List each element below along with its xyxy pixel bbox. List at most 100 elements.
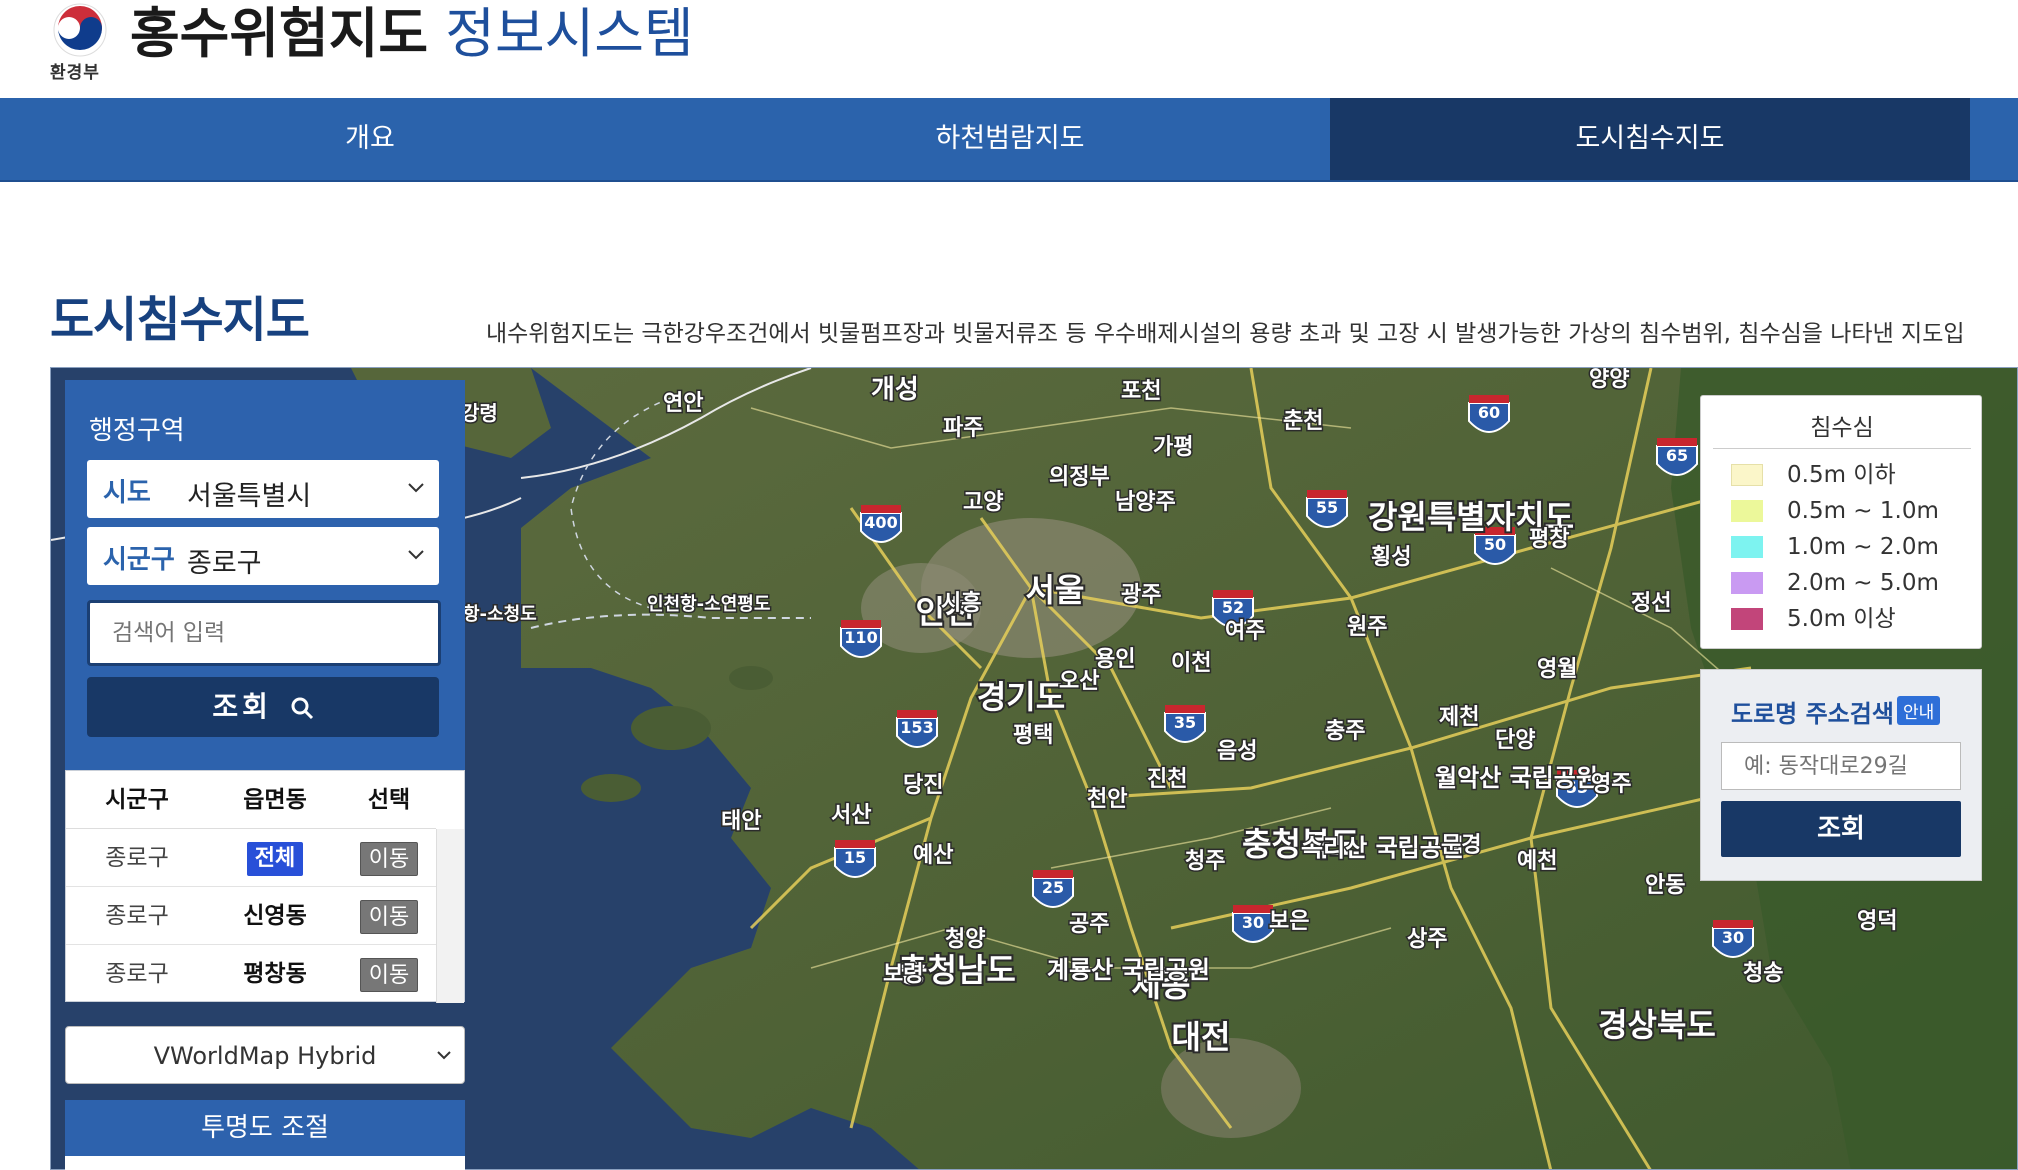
svg-text:오산: 오산 [1059, 669, 1099, 694]
svg-text:청주: 청주 [1185, 849, 1225, 874]
svg-text:태안: 태안 [721, 809, 761, 834]
government-emblem-icon[interactable] [52, 2, 108, 58]
legend-swatch [1731, 500, 1763, 522]
dong-cell: 전체 [208, 829, 342, 887]
region-search-input[interactable] [87, 600, 441, 666]
svg-text:65: 65 [1666, 446, 1688, 465]
basemap-select[interactable]: VWorldMap Hybrid [65, 1026, 465, 1084]
site-title[interactable]: 홍수위험지도 정보시스템 [130, 4, 694, 64]
sido-select[interactable]: 시도 서울특별시 [87, 460, 439, 518]
column-header: 시군구 [105, 787, 169, 813]
svg-text:남양주: 남양주 [1115, 490, 1176, 515]
sigungu-cell: 종로구 [105, 961, 169, 987]
region-control-panel: 행정구역 시도 서울특별시 시군구 종로구 조회 시군구 읍면동 선택 종로구 … [65, 380, 465, 1170]
svg-text:안동: 안동 [1645, 873, 1685, 898]
address-search-title: 도로명 주소검색 [1731, 700, 1894, 728]
dong-all-badge[interactable]: 전체 [246, 841, 304, 876]
select-cell: 이동 [342, 829, 436, 887]
search-icon [291, 697, 313, 720]
road-address-search-panel: 도로명 주소검색 안내 조회 [1700, 669, 1982, 881]
map-label-seoul: 서울 [1026, 571, 1085, 609]
svg-text:가평: 가평 [1153, 435, 1193, 460]
route-shield: 65 [1656, 438, 1698, 476]
svg-text:110: 110 [844, 628, 877, 647]
page-title: 도시침수지도 [50, 292, 310, 348]
svg-text:강령: 강령 [461, 401, 498, 425]
map-label-gyeonggi: 경기도 [977, 678, 1065, 716]
legend-label: 0.5m 이하 [1787, 462, 1896, 488]
svg-text:의정부: 의정부 [1049, 465, 1110, 490]
nav-tab-overview[interactable]: 개요 [0, 98, 740, 180]
svg-text:평택: 평택 [1013, 723, 1053, 748]
svg-text:시흥: 시흥 [941, 591, 981, 616]
dong-cell: 신영동 [243, 903, 307, 929]
svg-text:제천: 제천 [1439, 705, 1479, 730]
route-shield: 110 [840, 620, 882, 658]
chevron-down-icon [408, 550, 424, 560]
nav-tab-urban-flood-map[interactable]: 도시침수지도 [1330, 98, 1970, 180]
sigungu-label: 시군구 [103, 545, 175, 575]
legend-swatch [1731, 536, 1763, 558]
legend-swatch [1731, 572, 1763, 594]
svg-text:15: 15 [844, 848, 866, 867]
legend-label: 5.0m 이상 [1787, 606, 1896, 632]
svg-text:항-소청도: 항-소청도 [463, 604, 537, 625]
svg-text:상주: 상주 [1407, 927, 1447, 952]
route-shield: 30 [1712, 920, 1754, 958]
svg-text:속리산 국립공원: 속리산 국립공원 [1301, 834, 1464, 862]
select-cell: 이동 [342, 945, 436, 1003]
move-button[interactable]: 이동 [359, 841, 419, 876]
table-row: 종로구 평창동 이동 [66, 945, 436, 1003]
lookup-button-label: 조회 [212, 690, 272, 723]
svg-text:춘천: 춘천 [1283, 409, 1323, 434]
table-row: 종로구 전체 이동 [66, 829, 436, 887]
svg-text:55: 55 [1316, 498, 1338, 517]
route-shield: 400 [860, 505, 902, 543]
dong-cell: 평창동 [243, 961, 307, 987]
chevron-down-icon [408, 483, 424, 493]
svg-text:영월: 영월 [1537, 657, 1577, 682]
svg-text:문경: 문경 [1441, 833, 1481, 858]
chevron-down-icon [437, 1051, 451, 1060]
legend-swatch [1731, 608, 1763, 630]
svg-text:고양: 고양 [963, 490, 1003, 515]
svg-text:35: 35 [1174, 713, 1196, 732]
address-search-input[interactable] [1721, 742, 1961, 790]
opacity-slider-area[interactable] [65, 1156, 465, 1170]
svg-text:30: 30 [1722, 928, 1744, 947]
route-shield: 153 [896, 710, 938, 748]
ministry-logo-text: 환경부 [50, 63, 100, 83]
legend-label: 0.5m ~ 1.0m [1787, 498, 1939, 524]
svg-text:153: 153 [900, 718, 933, 737]
table-scrollbar[interactable] [436, 829, 464, 1003]
sido-label: 시도 [103, 478, 151, 508]
region-lookup-button[interactable]: 조회 [87, 677, 439, 737]
svg-text:용인: 용인 [1095, 647, 1135, 672]
site-title-sub: 정보시스템 [445, 2, 694, 65]
svg-text:양양: 양양 [1589, 368, 1629, 392]
legend-title: 침수심 [1810, 415, 1874, 441]
svg-text:당진: 당진 [903, 773, 943, 798]
svg-text:청송: 청송 [1743, 961, 1783, 986]
sido-value: 서울특별시 [187, 481, 312, 512]
nav-tab-river-flood-map[interactable]: 하천범람지도 [690, 98, 1330, 180]
select-cell: 이동 [342, 887, 436, 945]
move-button[interactable]: 이동 [359, 957, 419, 992]
table-row: 종로구 신영동 이동 [66, 887, 436, 945]
svg-text:52: 52 [1222, 598, 1244, 617]
address-help-badge[interactable]: 안내 [1897, 696, 1941, 725]
svg-text:여주: 여주 [1225, 619, 1265, 644]
svg-text:60: 60 [1478, 403, 1500, 422]
route-shield: 30 [1232, 905, 1274, 943]
route-shield: 35 [1164, 705, 1206, 743]
svg-text:청양: 청양 [945, 927, 985, 952]
svg-text:천안: 천안 [1087, 787, 1127, 812]
address-search-button[interactable]: 조회 [1721, 801, 1961, 857]
svg-text:25: 25 [1042, 878, 1064, 897]
sigungu-select[interactable]: 시군구 종로구 [87, 527, 439, 585]
move-button[interactable]: 이동 [359, 899, 419, 934]
legend-divider [1713, 448, 1971, 449]
svg-text:이천: 이천 [1171, 651, 1211, 676]
table-header: 시군구 읍면동 선택 [66, 771, 436, 829]
svg-text:계룡산 국립공원: 계룡산 국립공원 [1047, 956, 1210, 984]
